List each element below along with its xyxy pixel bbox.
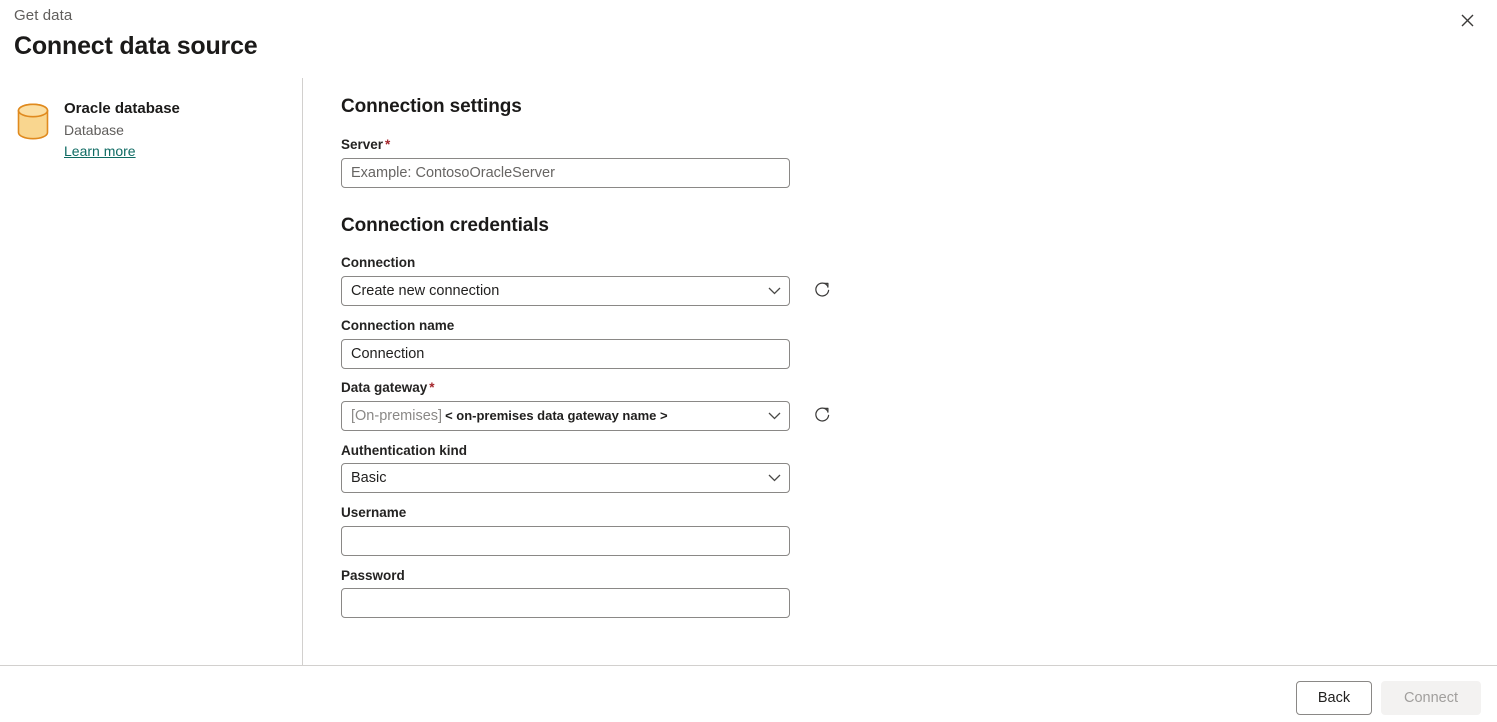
page-title: Connect data source [14, 32, 258, 60]
connection-dropdown-value: Create new connection [351, 283, 500, 299]
chevron-down-icon [767, 287, 781, 295]
username-label: Username [341, 505, 407, 520]
connection-name-input[interactable] [341, 339, 790, 369]
footer-actions: Back Connect [1296, 681, 1481, 715]
data-source-meta: Oracle database Database Learn more [64, 98, 180, 162]
connection-settings-heading: Connection settings [341, 96, 522, 117]
chevron-down-icon [767, 412, 781, 420]
password-input[interactable] [341, 588, 790, 618]
dialog-body: Oracle database Database Learn more Conn… [0, 78, 1497, 665]
connection-name-label: Connection name [341, 318, 455, 333]
data-source-type: Database [64, 122, 124, 138]
data-source-pane: Oracle database Database Learn more [0, 78, 302, 665]
data-source-name: Oracle database [64, 100, 180, 117]
learn-more-link[interactable]: Learn more [64, 141, 136, 162]
password-label: Password [341, 568, 405, 583]
server-required-marker: * [385, 137, 391, 152]
server-label: Server * [341, 137, 390, 152]
data-gateway-required-marker: * [429, 380, 435, 395]
data-gateway-refresh-button[interactable] [808, 401, 836, 429]
data-source-card: Oracle database Database Learn more [16, 98, 286, 162]
connection-form-pane: Connection settings Server* Connection c… [303, 78, 1497, 665]
database-cylinder-icon [17, 103, 49, 140]
username-input[interactable] [341, 526, 790, 556]
server-label-text: Server [341, 137, 384, 152]
close-icon [1461, 14, 1473, 26]
connect-button[interactable]: Connect [1381, 681, 1481, 715]
authentication-kind-dropdown[interactable]: Basic [341, 463, 790, 493]
connection-label: Connection [341, 255, 416, 270]
breadcrumb-get-data: Get data [14, 7, 73, 24]
data-gateway-prefix: [On-premises] [351, 408, 443, 424]
refresh-icon [814, 282, 829, 296]
data-gateway-label: Data gateway * [341, 380, 435, 395]
connection-refresh-button[interactable] [808, 276, 836, 304]
dialog-footer: Back Connect [0, 665, 1497, 722]
authentication-kind-value: Basic [351, 470, 387, 486]
dialog-header: Get data Connect data source [0, 0, 1497, 78]
back-button[interactable]: Back [1296, 681, 1372, 715]
data-gateway-name: < on-premises data gateway name > [445, 408, 668, 423]
authentication-kind-label: Authentication kind [341, 443, 467, 458]
data-gateway-dropdown-value: [On-premises] < on-premises data gateway … [351, 408, 767, 424]
connect-data-source-dialog: Get data Connect data source Oracle data… [0, 0, 1497, 722]
connection-credentials-heading: Connection credentials [341, 215, 549, 236]
data-gateway-dropdown[interactable]: [On-premises] < on-premises data gateway … [341, 401, 790, 431]
refresh-icon [814, 407, 829, 421]
chevron-down-icon [767, 474, 781, 482]
data-gateway-label-text: Data gateway [341, 380, 428, 395]
server-input[interactable] [341, 158, 790, 188]
connection-dropdown[interactable]: Create new connection [341, 276, 790, 306]
close-button[interactable] [1451, 4, 1483, 36]
